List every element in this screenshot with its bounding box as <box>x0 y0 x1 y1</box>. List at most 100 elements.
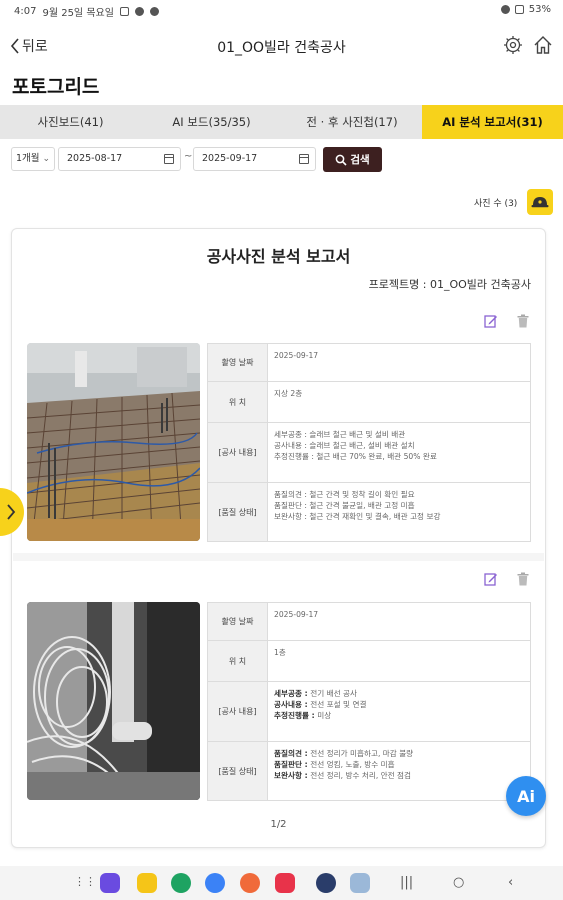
end-date-value: 2025-09-17 <box>202 153 258 164</box>
date-range-separator: ~ <box>184 151 193 162</box>
info-line-value: 철근 배근 70% 완료, 배관 50% 완료 <box>316 452 437 461</box>
info-line: 세부공종 : 슬래브 철근 배근 및 설비 배관 <box>274 429 524 440</box>
search-icon <box>335 154 347 166</box>
construction-photo[interactable] <box>27 343 200 541</box>
settings-button[interactable] <box>503 35 523 59</box>
delete-button[interactable] <box>515 313 531 329</box>
tab-ai-report[interactable]: AI 분석 보고서(31) <box>422 105 563 139</box>
info-line: 2025-09-17 <box>274 351 319 360</box>
report-title: 공사사진 분석 보고서 <box>206 247 351 266</box>
info-line-key: 품질의견 : <box>274 490 310 499</box>
info-line-value: 철근 간격 재확인 및 결속, 배관 고정 보강 <box>309 512 441 521</box>
info-value: 품질의견 : 전선 정리가 미흡하고, 마감 불량 품질판단 : 전선 엉킴, … <box>268 742 530 800</box>
period-select[interactable]: 1개월 ⌄ <box>11 147 55 171</box>
page-title: 포토그리드 <box>12 76 100 98</box>
info-line-key: 세부공종 : <box>274 689 311 698</box>
search-button[interactable]: 검색 <box>323 147 382 172</box>
edit-icon <box>484 573 497 586</box>
info-value: 2025-09-17 <box>268 344 530 381</box>
info-value: 2025-09-17 <box>268 603 530 640</box>
info-row-date: 촬영 날짜 2025-09-17 <box>208 603 530 641</box>
info-value: 1층 <box>268 641 530 681</box>
app-icon[interactable] <box>205 873 225 893</box>
hardhat-button[interactable] <box>527 189 553 215</box>
edit-button[interactable] <box>483 313 499 329</box>
start-date-field[interactable]: 2025-08-17 <box>58 147 181 171</box>
chevron-down-icon: ⌄ <box>42 154 50 164</box>
info-line-key: 공사내용 : <box>274 441 310 450</box>
info-line: 추정진행률 : 철근 배근 70% 완료, 배관 50% 완료 <box>274 451 524 462</box>
app-icon[interactable] <box>275 873 295 893</box>
info-line-key: 공사내용 : <box>274 700 311 709</box>
photo-rebar-slab <box>27 343 200 541</box>
info-line: 세부공종 : 전기 배선 공사 <box>274 688 524 699</box>
info-key: 위 치 <box>208 641 268 681</box>
status-date: 9월 25일 목요일 <box>42 8 114 19</box>
info-line-value: 철근 간격 불균일, 배관 고정 미흡 <box>309 501 415 510</box>
info-line: 품질판단 : 철근 간격 불균일, 배관 고정 미흡 <box>274 500 524 511</box>
info-line: 보완사항 : 전선 정리, 방수 처리, 안전 점검 <box>274 770 524 781</box>
app-icon[interactable] <box>171 873 191 893</box>
edit-icon <box>484 315 497 328</box>
info-row-location: 위 치 지상 2층 <box>208 382 530 423</box>
info-key: 촬영 날짜 <box>208 344 268 381</box>
start-date-value: 2025-08-17 <box>67 153 123 164</box>
calendar-icon <box>164 154 174 164</box>
tab-before-after[interactable]: 전 · 후 사진첩(17) <box>282 105 422 139</box>
filter-row: 1개월 ⌄ 2025-08-17 ~ 2025-09-17 검색 <box>0 145 563 173</box>
app-icon[interactable] <box>100 873 120 893</box>
tab-ai-board[interactable]: AI 보드(35/35) <box>141 105 282 139</box>
project-name: 01_OO빌라 건축공사 <box>429 278 531 291</box>
home-button[interactable] <box>533 35 553 59</box>
info-key: [품질 상태] <box>208 483 268 541</box>
app-icon[interactable] <box>240 873 260 893</box>
ai-assistant-button[interactable]: Ai <box>506 776 546 816</box>
end-date-field[interactable]: 2025-09-17 <box>193 147 316 171</box>
notification-icon <box>119 7 129 16</box>
info-table: 촬영 날짜 2025-09-17 위 치 지상 2층 [공사 내용] 세부공종 … <box>207 343 531 542</box>
construction-photo[interactable] <box>27 602 200 800</box>
period-value: 1개월 <box>16 153 40 164</box>
info-line-key: 추정진행률 : <box>274 452 317 461</box>
info-row-quality: [품질 상태] 품질의견 : 철근 간격 및 정착 길이 확인 필요 품질판단 … <box>208 483 530 541</box>
info-line-key: 보완사항 : <box>274 512 310 521</box>
photo-electrical-wiring <box>27 602 200 800</box>
notification-icon <box>134 7 144 16</box>
info-line: 2025-09-17 <box>274 610 319 619</box>
project-label: 프로젝트명 : <box>368 278 430 291</box>
info-line-key: 추정진행률 : <box>274 711 318 720</box>
info-row-work: [공사 내용] 세부공종 : 슬래브 철근 배근 및 설비 배관 공사내용 : … <box>208 423 530 483</box>
info-line: 1층 <box>274 648 286 657</box>
info-row-location: 위 치 1층 <box>208 641 530 682</box>
app-icon[interactable] <box>350 873 370 893</box>
info-line-value: 철근 간격 및 정착 길이 확인 필요 <box>309 490 415 499</box>
status-time: 4:07 <box>14 6 37 17</box>
info-value: 세부공종 : 슬래브 철근 배근 및 설비 배관 공사내용 : 슬래브 철근 배… <box>268 423 530 482</box>
home-nav-icon[interactable]: ○ <box>453 875 464 890</box>
system-dock: ⋮⋮⋮ ||| ○ ‹ <box>0 866 563 900</box>
info-line-value: 미상 <box>317 711 332 720</box>
wifi-icon <box>500 5 510 14</box>
tab-photo-board[interactable]: 사진보드(41) <box>0 105 141 139</box>
info-line: 품질의견 : 철근 간격 및 정착 길이 확인 필요 <box>274 489 524 500</box>
info-line-key: 보완사항 : <box>274 771 311 780</box>
info-line-value: 전선 엉킴, 노출, 방수 미흡 <box>310 760 395 769</box>
tab-bar: 사진보드(41) AI 보드(35/35) 전 · 후 사진첩(17) AI 분… <box>0 105 563 139</box>
info-value: 지상 2층 <box>268 382 530 422</box>
battery-level: 53% <box>528 4 551 15</box>
back-nav-icon[interactable]: ‹ <box>508 875 513 890</box>
photo-count: 사진 수 (3) <box>474 199 518 209</box>
delete-button[interactable] <box>515 571 531 587</box>
info-line-value: 슬래브 철근 배근 및 설비 배관 <box>309 430 406 439</box>
app-icon[interactable] <box>316 873 336 893</box>
info-line-value: 전선 정리가 미흡하고, 마감 불량 <box>310 749 414 758</box>
search-label: 검색 <box>350 154 370 166</box>
calendar-icon <box>299 154 309 164</box>
info-key: [공사 내용] <box>208 423 268 482</box>
recent-apps-icon[interactable]: ||| <box>400 875 413 890</box>
edit-button[interactable] <box>483 571 499 587</box>
info-line: 보완사항 : 철근 간격 재확인 및 결속, 배관 고정 보강 <box>274 511 524 522</box>
info-line-key: 세부공종 : <box>274 430 310 439</box>
app-icon[interactable] <box>137 873 157 893</box>
chevron-right-icon <box>7 504 16 520</box>
